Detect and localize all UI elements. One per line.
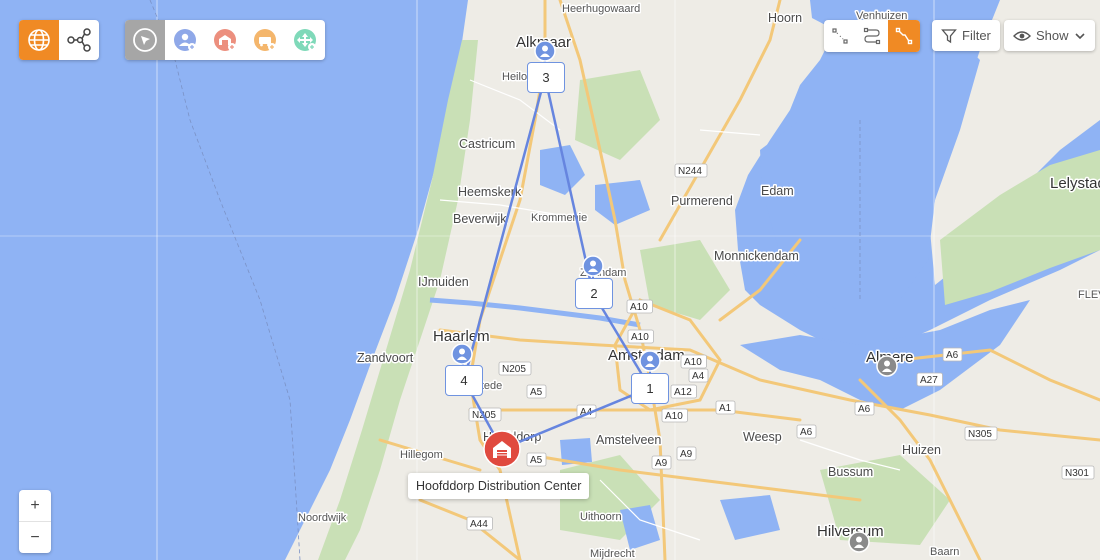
pointer-icon [133, 28, 157, 52]
unassigned-marker[interactable] [876, 355, 898, 377]
road-label: A6 [800, 427, 813, 438]
city-label: Zandvoort [357, 351, 414, 365]
town-label: Krommenie [531, 212, 587, 224]
road-label: N305 [968, 429, 992, 440]
road-label: A9 [680, 449, 693, 460]
zoom-control: + − [19, 490, 51, 553]
add-waypoint-button[interactable] [285, 20, 325, 60]
road-label: N244 [678, 166, 702, 177]
road-label: N205 [502, 364, 526, 375]
road-label: A10 [684, 357, 702, 368]
add-customer-icon [174, 29, 196, 51]
add-waypoint-icon [294, 29, 316, 51]
city-label: Monnickendam [714, 249, 799, 263]
road-label: A10 [630, 302, 648, 313]
route-style-curved-button[interactable] [856, 20, 888, 52]
filter-label: Filter [962, 28, 991, 43]
road-label: A44 [470, 519, 488, 530]
tool-palette [125, 20, 325, 60]
show-dropdown[interactable]: Show [1004, 20, 1095, 51]
road-label: A1 [719, 403, 732, 414]
stop-marker-4[interactable] [451, 343, 473, 365]
road-label: A27 [920, 375, 938, 386]
filter-icon [941, 28, 957, 43]
stop-label-1[interactable]: 1 [631, 373, 669, 404]
filter-button[interactable]: Filter [932, 20, 1000, 51]
depot-tooltip: Hoofddorp Distribution Center [408, 473, 590, 499]
zoom-in-button[interactable]: + [19, 490, 51, 521]
dots-icon [832, 28, 848, 44]
city-label-large: Haarlem [433, 328, 490, 345]
stop-marker-1[interactable] [639, 350, 661, 372]
road-label: A6 [946, 350, 959, 361]
map-view[interactable]: AlkmaarHaarlemAmsterdamAlmereHilversumLe… [0, 0, 1100, 560]
town-label: Uithoorn [580, 511, 622, 523]
eye-icon [1013, 30, 1031, 41]
curved-route-icon [863, 27, 881, 45]
city-label: Huizen [902, 443, 941, 457]
route-style-dots-button[interactable] [824, 20, 856, 52]
town-label: Baarn [930, 546, 959, 558]
road-label: A4 [692, 371, 705, 382]
stop-label-4[interactable]: 4 [445, 365, 483, 396]
show-label: Show [1036, 28, 1069, 43]
road-label: A10 [665, 411, 683, 422]
straight-route-icon [895, 27, 913, 45]
add-depot-button[interactable] [205, 20, 245, 60]
city-label: Hoorn [768, 11, 802, 25]
city-label: Edam [761, 184, 794, 198]
map-view-button[interactable] [19, 20, 59, 60]
city-label: Weesp [743, 430, 782, 444]
pointer-tool-button[interactable] [125, 20, 165, 60]
road-label: A6 [858, 404, 871, 415]
road-label: A12 [674, 387, 692, 398]
network-view-button[interactable] [59, 20, 99, 60]
road-label: A9 [655, 458, 668, 469]
town-label: FLEV [1078, 289, 1100, 301]
city-label: IJmuiden [418, 275, 469, 289]
town-label: Noordwijk [298, 512, 347, 524]
stop-label-2[interactable]: 2 [575, 278, 613, 309]
road-label: A5 [530, 387, 543, 398]
add-depot-icon [214, 29, 236, 51]
add-customer-button[interactable] [165, 20, 205, 60]
town-label: Heerhugowaard [562, 3, 640, 15]
road-label: A5 [530, 455, 543, 466]
stop-label-3[interactable]: 3 [527, 62, 565, 93]
city-label: Bussum [828, 465, 873, 479]
town-label: Mijdrecht [590, 548, 635, 560]
add-vehicle-icon [254, 29, 276, 51]
zoom-out-button[interactable]: − [19, 521, 51, 553]
city-label-large: Lelystad [1050, 175, 1100, 192]
city-label: Castricum [459, 137, 515, 151]
town-label: Hillegom [400, 449, 443, 461]
globe-icon [28, 29, 50, 51]
city-label: Purmerend [671, 194, 733, 208]
road-label: N301 [1065, 468, 1089, 479]
road-label: A10 [631, 332, 649, 343]
stop-marker-2[interactable] [582, 255, 604, 277]
stop-marker-3[interactable] [534, 40, 556, 62]
route-style-straight-button[interactable] [888, 20, 920, 52]
add-vehicle-button[interactable] [245, 20, 285, 60]
city-label: Beverwijk [453, 212, 507, 226]
view-mode-panel [19, 20, 99, 60]
route-style-panel [824, 20, 920, 52]
city-label: Amstelveen [596, 433, 661, 447]
chevron-down-icon [1074, 32, 1085, 39]
unassigned-marker[interactable] [848, 531, 870, 553]
depot-marker[interactable] [483, 430, 521, 468]
network-icon [67, 28, 91, 52]
